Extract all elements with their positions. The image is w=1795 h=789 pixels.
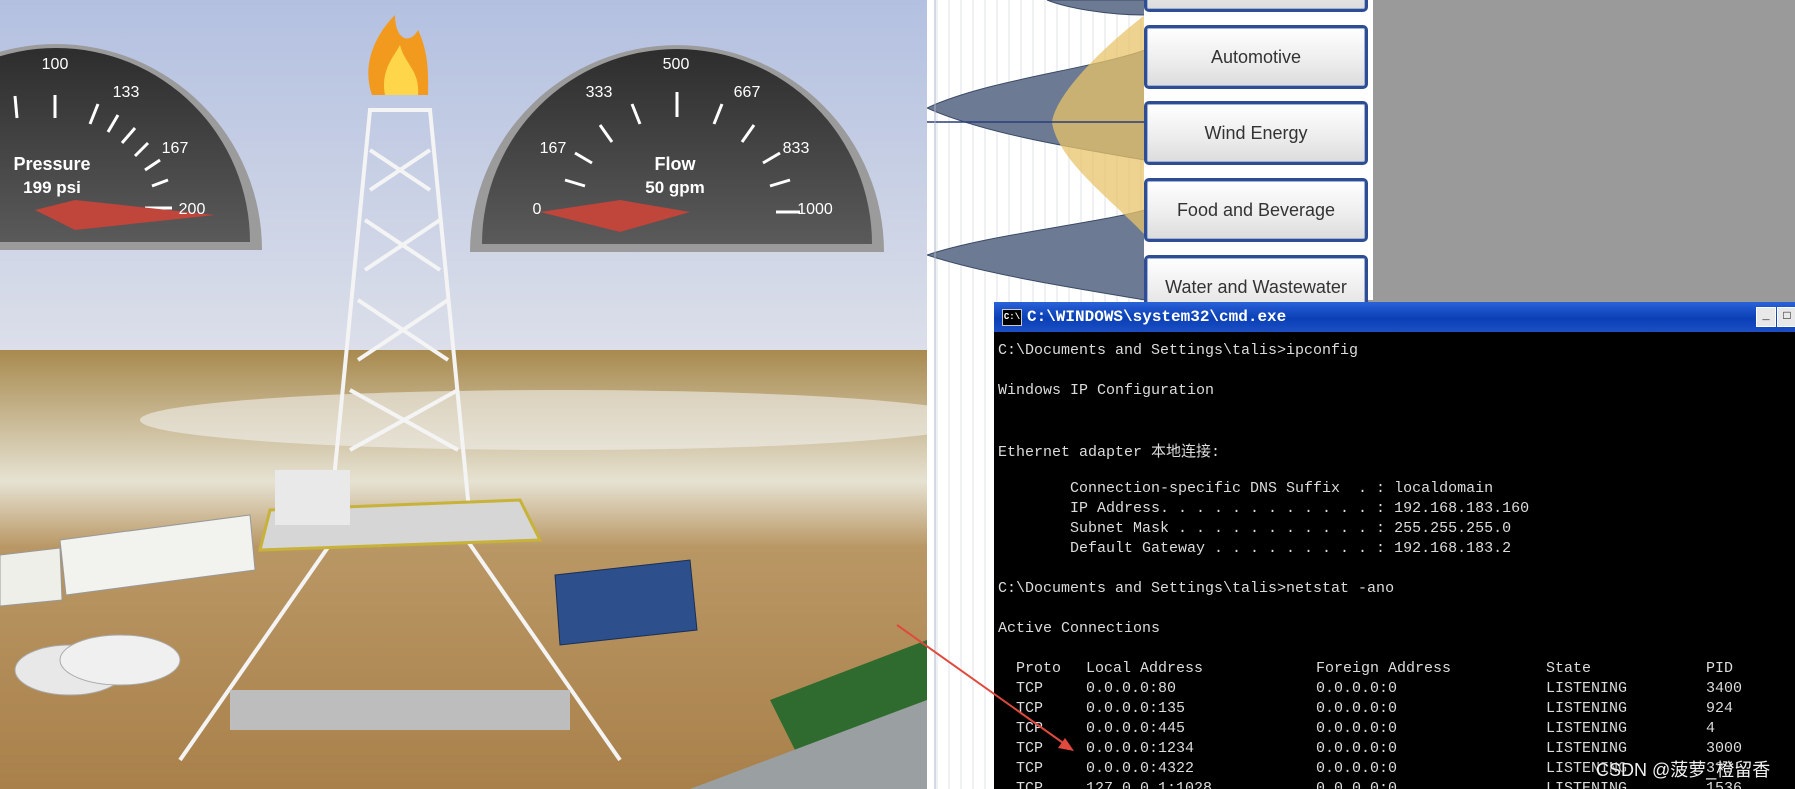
- maximize-button[interactable]: □: [1777, 307, 1795, 327]
- flow-tick-1000: 1000: [797, 201, 833, 218]
- cmd-line: C:\Documents and Settings\talis>netstat …: [998, 580, 1395, 597]
- watermark: CSDN @菠萝_橙留香: [1596, 760, 1771, 780]
- cmd-window[interactable]: C:\ C:\WINDOWS\system32\cmd.exe _ □ C:\D…: [994, 302, 1795, 789]
- cell-local-address: 0.0.0.0:135: [1086, 700, 1186, 717]
- oil-rig-scene: 100 133 167 200 Pressure 199 psi 500 333…: [0, 0, 927, 789]
- cell-proto: TCP: [1016, 680, 1044, 697]
- cmd-title: C:\WINDOWS\system32\cmd.exe: [1027, 308, 1287, 326]
- cmd-icon: C:\: [1002, 309, 1022, 326]
- header-foreign-address: Foreign Address: [1316, 660, 1452, 677]
- cell-local-address: 0.0.0.0:1234: [1086, 740, 1195, 757]
- cmd-output[interactable]: C:\Documents and Settings\talis>ipconfig…: [998, 336, 1795, 789]
- flow-tick-333: 333: [586, 84, 613, 101]
- cmd-line: IP Address. . . . . . . . . . . . : 192.…: [998, 500, 1530, 517]
- cell-foreign-address: 0.0.0.0:0: [1316, 680, 1398, 697]
- pressure-tick-200: 200: [179, 201, 206, 218]
- cmd-line: Active Connections: [998, 620, 1161, 637]
- cell-state: LISTENING: [1546, 740, 1628, 757]
- food-and-beverage-button[interactable]: Food and Beverage: [1144, 178, 1368, 242]
- cell-local-address: 0.0.0.0:445: [1086, 720, 1186, 737]
- cmd-line: Connection-specific DNS Suffix . : local…: [998, 480, 1494, 497]
- cmd-line: Subnet Mask . . . . . . . . . . . : 255.…: [998, 520, 1512, 537]
- cell-local-address: 0.0.0.0:80: [1086, 680, 1177, 697]
- header-state: State: [1546, 660, 1592, 677]
- cell-proto: TCP: [1016, 720, 1044, 737]
- cell-proto: TCP: [1016, 760, 1044, 777]
- container: [554, 559, 698, 646]
- cell-local-address: 0.0.0.0:4322: [1086, 760, 1195, 777]
- cell-proto: TCP: [1016, 780, 1044, 789]
- cell-state: LISTENING: [1546, 720, 1628, 737]
- cell-foreign-address: 0.0.0.0:0: [1316, 700, 1398, 717]
- cmd-line: Ethernet adapter 本地连接:: [998, 444, 1221, 461]
- automotive-button[interactable]: Automotive: [1144, 25, 1368, 89]
- cmd-line: Windows IP Configuration: [998, 382, 1215, 399]
- cell-proto: TCP: [1016, 740, 1044, 757]
- pressure-label: Pressure: [13, 154, 90, 174]
- cmd-line: Default Gateway . . . . . . . . . : 192.…: [998, 540, 1512, 557]
- flow-tick-500: 500: [663, 56, 690, 73]
- cell-pid: 924: [1706, 700, 1734, 717]
- cell-state: LISTENING: [1546, 700, 1628, 717]
- flow-tick-167: 167: [540, 140, 567, 157]
- header-local-address: Local Address: [1086, 660, 1204, 677]
- flow-label: Flow: [655, 154, 697, 174]
- pressure-tick-167: 167: [162, 140, 189, 157]
- wind-energy-button[interactable]: Wind Energy: [1144, 101, 1368, 165]
- cell-foreign-address: 0.0.0.0:0: [1316, 720, 1398, 737]
- pressure-value: 199 psi: [23, 178, 81, 197]
- cell-proto: TCP: [1016, 700, 1044, 717]
- cell-pid: 3400: [1706, 680, 1743, 697]
- flow-tick-667: 667: [734, 84, 761, 101]
- cell-local-address: 127.0.0.1:1028: [1086, 780, 1213, 789]
- cell-state: LISTENING: [1546, 680, 1628, 697]
- minimize-button[interactable]: _: [1756, 307, 1776, 327]
- cmd-title-bar[interactable]: C:\ C:\WINDOWS\system32\cmd.exe _ □: [994, 302, 1795, 332]
- pressure-tick-133: 133: [113, 84, 140, 101]
- cell-foreign-address: 0.0.0.0:0: [1316, 780, 1398, 789]
- rig-shack: [275, 470, 350, 525]
- flow-value: 50 gpm: [645, 178, 705, 197]
- rig-base: [230, 690, 570, 730]
- cell-foreign-address: 0.0.0.0:0: [1316, 760, 1398, 777]
- flow-tick-0: 0: [533, 201, 542, 218]
- wave-highlight: [1052, 15, 1145, 235]
- cmd-line: C:\Documents and Settings\talis>ipconfig: [998, 342, 1359, 359]
- flow-tick-833: 833: [783, 140, 810, 157]
- industry-button-panel: Automotive Wind Energy Food and Beverage…: [1144, 0, 1373, 319]
- header-proto: Proto: [1016, 660, 1062, 677]
- cell-pid: 3000: [1706, 740, 1743, 757]
- pressure-tick-100: 100: [42, 56, 69, 73]
- cell-pid: 4: [1706, 720, 1716, 737]
- header-pid: PID: [1706, 660, 1734, 677]
- cell-foreign-address: 0.0.0.0:0: [1316, 740, 1398, 757]
- industry-button-top[interactable]: [1144, 0, 1368, 12]
